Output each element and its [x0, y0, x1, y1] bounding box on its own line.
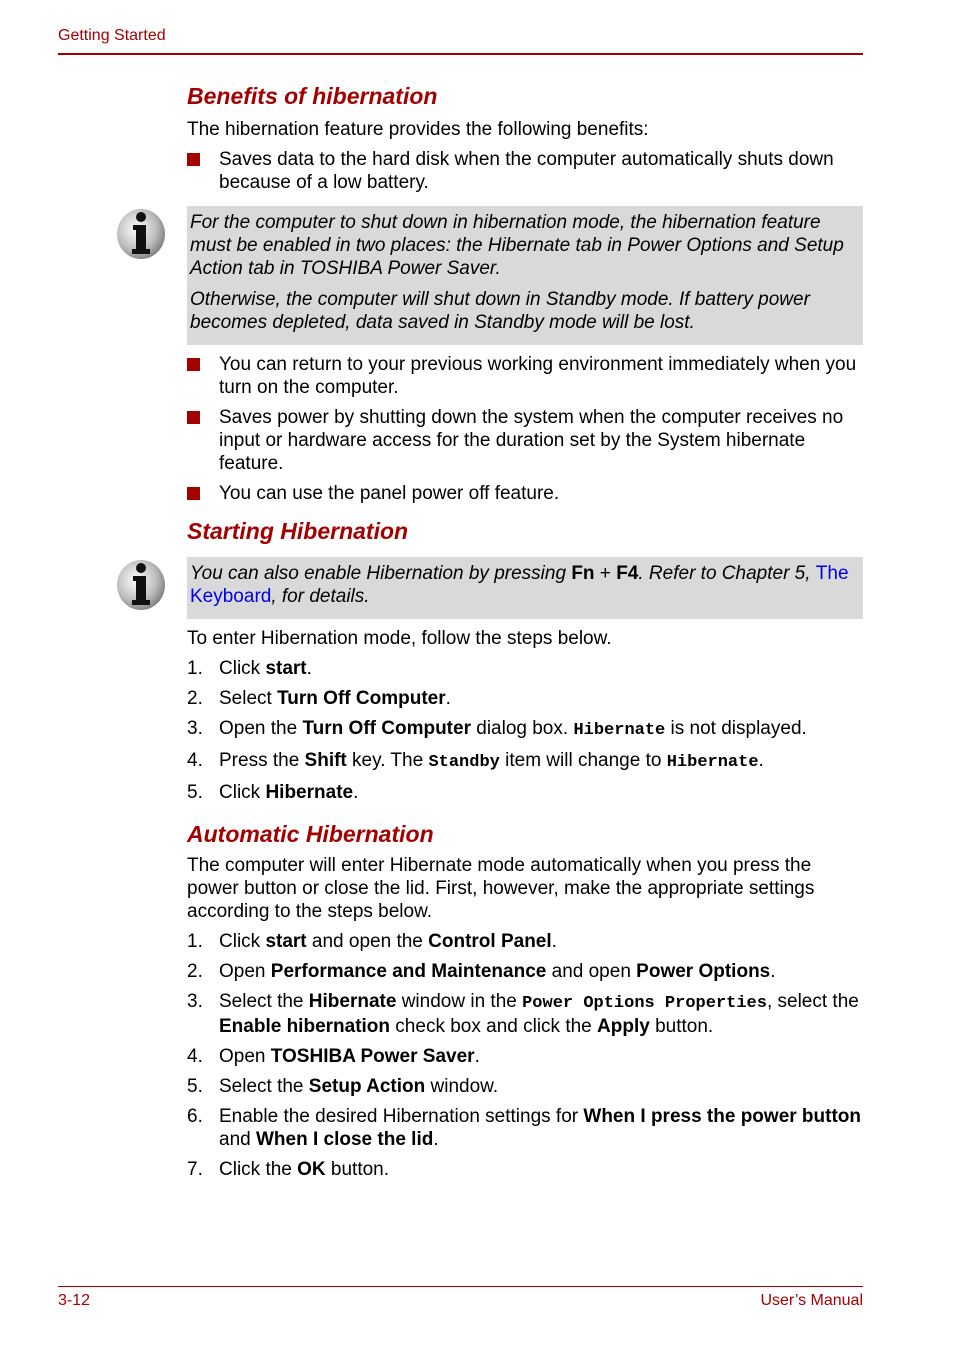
list-item: 5. Select the Setup Action window.: [187, 1076, 499, 1097]
list-item: 4. Open TOSHIBA Power Saver.: [187, 1046, 480, 1067]
list-item: You can return to your previous working …: [187, 353, 863, 399]
heading-benefits: Benefits of hibernation: [187, 83, 438, 109]
info-note: You can also enable Hibernation by press…: [117, 557, 863, 619]
list-item: 1. Click start.: [187, 658, 312, 679]
bullet-square-icon: [187, 153, 200, 166]
list-item: 1. Click start and open the Control Panel…: [187, 931, 557, 952]
list-item: 4. Press the Shift key. The Standby item …: [187, 750, 764, 772]
page-number: 3-12: [58, 1292, 91, 1309]
list-item: Saves power by shutting down the system …: [187, 406, 863, 475]
bullet-square-icon: [187, 358, 200, 371]
bullet-square-icon: [187, 487, 200, 500]
footer-rule: [58, 1286, 863, 1287]
key-fn: Fn: [571, 563, 595, 584]
bullet-square-icon: [187, 411, 200, 424]
list-item: 3. Select the Hibernate window in the Pow…: [187, 991, 859, 1037]
heading-automatic-hibernation: Automatic Hibernation: [187, 821, 434, 847]
list-item: 2. Select Turn Off Computer.: [187, 688, 451, 709]
info-icon: [117, 560, 165, 610]
info-icon: [117, 209, 165, 259]
info-note: For the computer to shut down in hiberna…: [117, 206, 863, 345]
list-item: 3. Open the Turn Off Computer dialog box.…: [187, 718, 807, 740]
key-f4: F4: [616, 563, 639, 584]
running-header: Getting Started: [58, 27, 166, 44]
list-item: You can use the panel power off feature.: [187, 482, 863, 505]
list-item: 7. Click the OK button.: [187, 1159, 390, 1180]
heading-starting-hibernation: Starting Hibernation: [187, 518, 409, 544]
list-item: 6. Enable the desired Hibernation setting…: [187, 1106, 862, 1150]
manual-title: User’s Manual: [760, 1292, 863, 1309]
benefits-intro: The hibernation feature provides the fol…: [187, 119, 649, 140]
list-item: 2. Open Performance and Maintenance and o…: [187, 961, 776, 982]
list-item: Saves data to the hard disk when the com…: [187, 148, 863, 194]
starting-intro: To enter Hibernation mode, follow the st…: [187, 628, 612, 649]
header-rule: [58, 53, 863, 55]
page-content: Benefits of hibernation The hibernation …: [117, 80, 863, 1181]
list-item: 5. Click Hibernate.: [187, 782, 359, 803]
automatic-intro: The computer will enter Hibernate mode a…: [187, 855, 815, 922]
